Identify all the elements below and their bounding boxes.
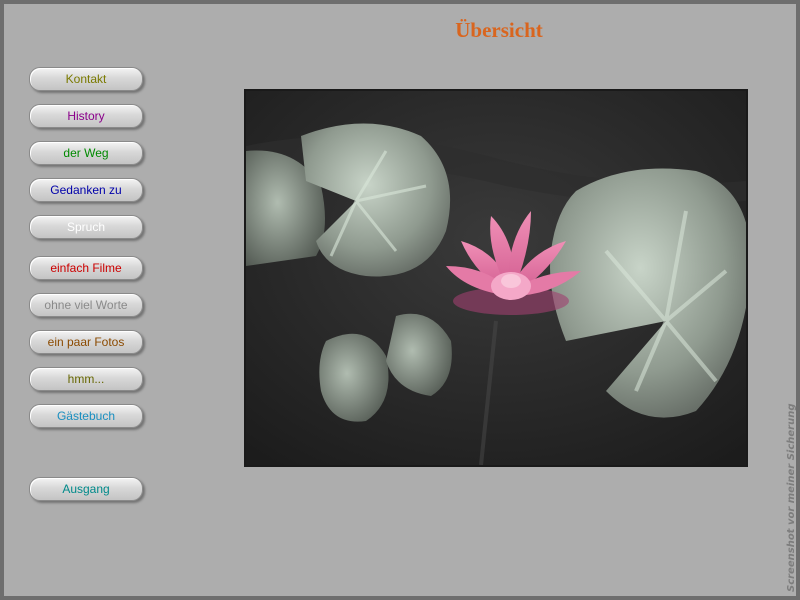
nav-button-ohne-viel-worte[interactable]: ohne viel Worte (29, 293, 143, 317)
nav-button-kontakt[interactable]: Kontakt (29, 67, 143, 91)
nav-button-gaestebuch[interactable]: Gästebuch (29, 404, 143, 428)
side-note: Screenshot vor meiner Sicherung (786, 403, 797, 592)
nav-button-ein-paar-fotos[interactable]: ein paar Fotos (29, 330, 143, 354)
nav-button-einfach-filme[interactable]: einfach Filme (29, 256, 143, 280)
lily-pad-bottom-left (319, 333, 389, 422)
nav-button-history[interactable]: History (29, 104, 143, 128)
nav-button-der-weg[interactable]: der Weg (29, 141, 143, 165)
nav-button-spruch[interactable]: Spruch (29, 215, 143, 239)
water-lily-photo (244, 89, 748, 467)
page-title: Übersicht (455, 18, 543, 42)
nav-button-gedanken-zu[interactable]: Gedanken zu (29, 178, 143, 202)
water-lily-image (246, 91, 746, 465)
page-frame: Übersicht Kontakt History der Weg Gedank… (4, 4, 797, 596)
exit-button[interactable]: Ausgang (29, 477, 143, 501)
nav-button-hmm[interactable]: hmm... (29, 367, 143, 391)
